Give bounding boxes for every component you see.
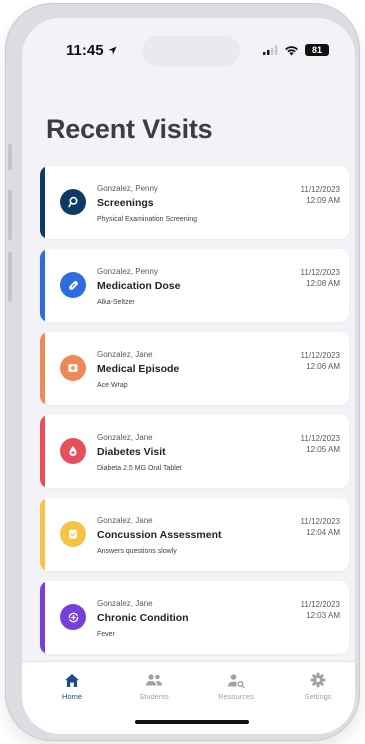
tab-resources[interactable]: Resources xyxy=(206,670,266,701)
visit-type: Screenings xyxy=(97,197,154,209)
visit-patient: Gonzalez, Jane xyxy=(97,516,153,525)
visit-time: 12:06 AM xyxy=(306,362,340,371)
visit-accent-bar xyxy=(40,249,45,322)
tab-label: Home xyxy=(61,692,82,701)
visit-timestamp: 11/12/2023 12:08 AM xyxy=(301,267,340,289)
tab-settings[interactable]: Settings xyxy=(288,670,348,701)
visit-patient: Gonzalez, Jane xyxy=(97,599,153,608)
blood-drop-icon xyxy=(69,446,77,457)
visit-date: 11/12/2023 xyxy=(300,517,340,526)
battery-level: 81 xyxy=(311,45,322,55)
visit-badge xyxy=(60,521,86,547)
phone-frame: 11:45 81 Recent Visits Gonzalez, Penny S… xyxy=(6,4,359,740)
visit-info: Gonzalez, Penny Medication Dose Alka-Sel… xyxy=(97,267,259,307)
visit-card[interactable]: Gonzalez, Penny Screenings Physical Exam… xyxy=(40,166,349,239)
visit-badge xyxy=(60,355,86,381)
visit-card[interactable]: Gonzalez, Jane Diabetes Visit Diabeta 2.… xyxy=(40,415,349,488)
visit-type: Medical Episode xyxy=(97,363,180,375)
status-time: 11:45 xyxy=(66,42,117,59)
visit-detail: Answers questions slowly xyxy=(97,548,177,555)
visit-accent-bar xyxy=(40,166,45,239)
visit-accent-bar xyxy=(40,415,45,488)
visit-list: Gonzalez, Penny Screenings Physical Exam… xyxy=(40,166,349,664)
medical-cross-icon xyxy=(68,364,78,372)
tab-students[interactable]: Students xyxy=(124,670,184,701)
visit-time: 12:08 AM xyxy=(306,279,340,288)
visit-timestamp: 11/12/2023 12:04 AM xyxy=(301,516,340,538)
visit-timestamp: 11/12/2023 12:06 AM xyxy=(301,350,340,372)
wifi-icon xyxy=(285,45,298,56)
visit-patient: Gonzalez, Penny xyxy=(97,267,158,276)
visit-patient: Gonzalez, Penny xyxy=(97,184,158,193)
visit-date: 11/12/2023 xyxy=(300,434,340,443)
visit-badge xyxy=(60,438,86,464)
dynamic-island xyxy=(142,36,240,66)
visit-badge xyxy=(60,189,86,215)
status-icons: 81 xyxy=(263,44,329,56)
visit-timestamp: 11/12/2023 12:03 AM xyxy=(301,599,340,621)
resources-icon xyxy=(206,670,266,690)
volume-down-button xyxy=(8,252,12,302)
visit-info: Gonzalez, Jane Chronic Condition Fever xyxy=(97,599,259,639)
visit-card[interactable]: Gonzalez, Jane Medical Episode Ace Wrap … xyxy=(40,332,349,405)
visit-type: Concussion Assessment xyxy=(97,529,222,541)
volume-up-button xyxy=(8,190,12,240)
visit-card[interactable]: Gonzalez, Penny Medication Dose Alka-Sel… xyxy=(40,249,349,322)
tab-home[interactable]: Home xyxy=(42,670,102,701)
visit-type: Chronic Condition xyxy=(97,612,189,624)
visit-info: Gonzalez, Penny Screenings Physical Exam… xyxy=(97,184,259,224)
visit-detail: Ace Wrap xyxy=(97,382,128,389)
visit-detail: Alka-Seltzer xyxy=(97,299,135,306)
gear-icon xyxy=(288,670,348,690)
tab-label: Settings xyxy=(304,692,332,701)
visit-date: 11/12/2023 xyxy=(300,185,340,194)
clipboard-icon xyxy=(69,529,77,539)
visit-detail: Physical Examination Screening xyxy=(97,216,197,223)
battery-indicator: 81 xyxy=(305,44,329,56)
visit-detail: Fever xyxy=(97,631,115,638)
tab-label: Students xyxy=(139,692,169,701)
visit-timestamp: 11/12/2023 12:05 AM xyxy=(301,433,340,455)
pill-icon xyxy=(68,280,78,290)
visit-accent-bar xyxy=(40,581,45,654)
visit-date: 11/12/2023 xyxy=(300,268,340,277)
visit-time: 12:05 AM xyxy=(306,445,340,454)
visit-info: Gonzalez, Jane Diabetes Visit Diabeta 2.… xyxy=(97,433,259,473)
visit-accent-bar xyxy=(40,332,45,405)
visit-date: 11/12/2023 xyxy=(300,351,340,360)
visit-badge xyxy=(60,604,86,630)
students-icon xyxy=(124,670,184,690)
status-time-text: 11:45 xyxy=(66,42,104,59)
mute-switch xyxy=(8,144,12,170)
visit-time: 12:04 AM xyxy=(306,528,340,537)
visit-info: Gonzalez, Jane Concussion Assessment Ans… xyxy=(97,516,259,556)
cellular-signal-icon xyxy=(263,45,278,55)
visit-card[interactable]: Gonzalez, Jane Concussion Assessment Ans… xyxy=(40,498,349,571)
visit-type: Diabetes Visit xyxy=(97,446,166,458)
tab-bar: Home Students Resources Settings xyxy=(22,661,355,734)
visit-time: 12:09 AM xyxy=(306,196,340,205)
visit-date: 11/12/2023 xyxy=(300,600,340,609)
app-screen: 11:45 81 Recent Visits Gonzalez, Penny S… xyxy=(22,18,355,734)
status-bar: 11:45 81 xyxy=(22,18,355,66)
visit-patient: Gonzalez, Jane xyxy=(97,433,153,442)
page-title: Recent Visits xyxy=(46,114,213,144)
visit-badge xyxy=(60,272,86,298)
home-indicator[interactable] xyxy=(135,720,249,724)
visit-accent-bar xyxy=(40,498,45,571)
visit-timestamp: 11/12/2023 12:09 AM xyxy=(301,184,340,206)
location-arrow-icon xyxy=(107,46,117,55)
visit-info: Gonzalez, Jane Medical Episode Ace Wrap xyxy=(97,350,259,390)
visit-time: 12:03 AM xyxy=(306,611,340,620)
home-icon xyxy=(42,670,102,690)
visit-detail: Diabeta 2.5 MG Oral Tablet xyxy=(97,465,182,472)
visit-patient: Gonzalez, Jane xyxy=(97,350,153,359)
tab-label: Resources xyxy=(218,692,254,701)
chronic-icon xyxy=(68,612,78,622)
screening-icon xyxy=(68,196,78,208)
visit-card[interactable]: Gonzalez, Jane Chronic Condition Fever 1… xyxy=(40,581,349,654)
visit-type: Medication Dose xyxy=(97,280,181,292)
